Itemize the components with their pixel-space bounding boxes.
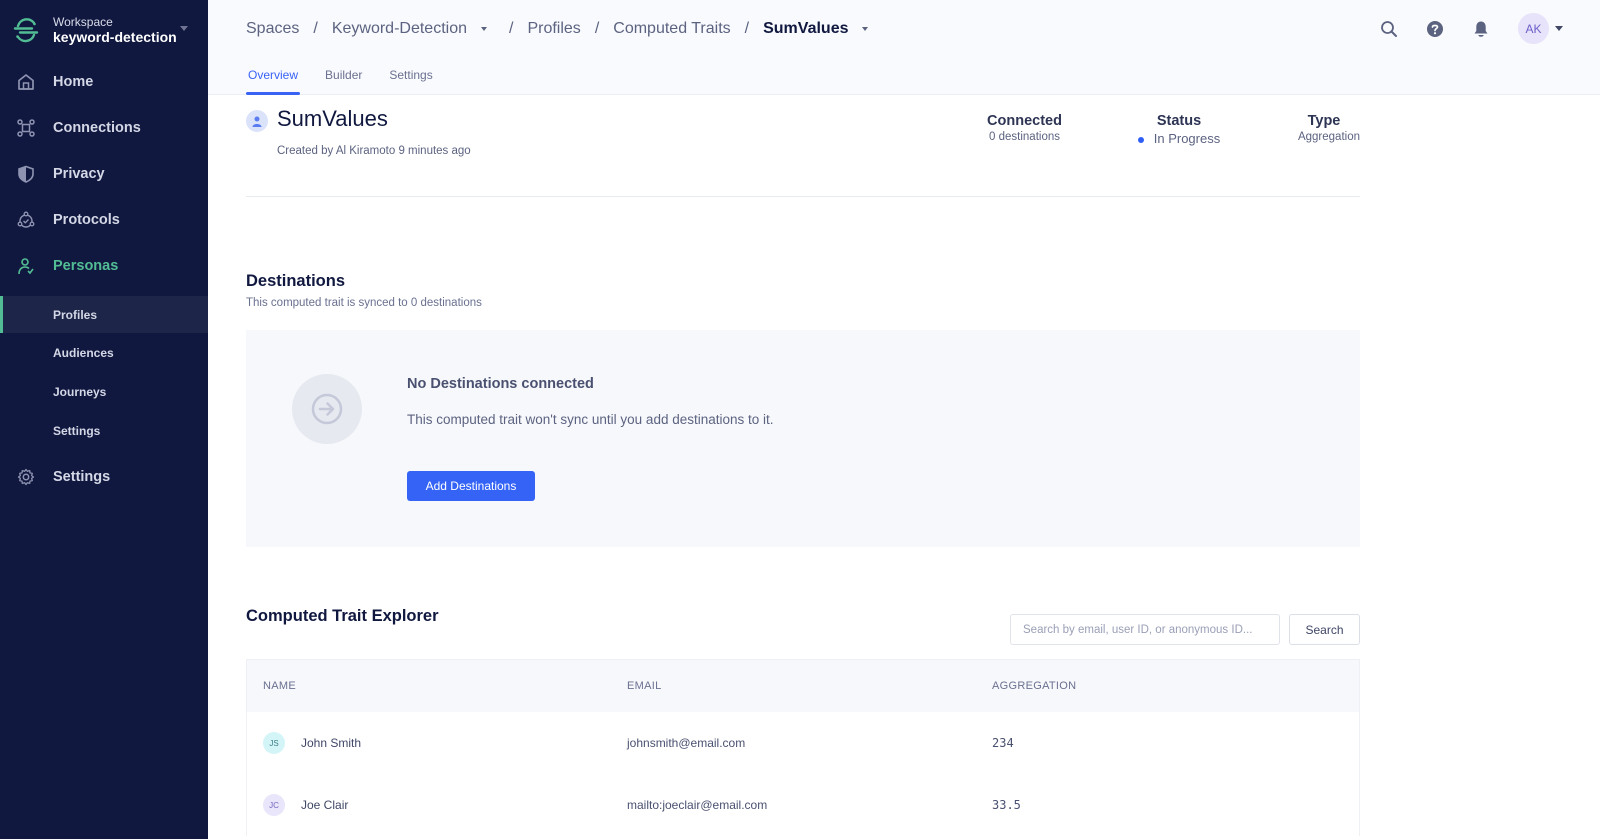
breadcrumb: Spaces / Keyword-Detection / Profiles / …: [246, 18, 876, 40]
breadcrumb-separator: /: [594, 20, 600, 37]
user-icon: [246, 110, 268, 132]
destinations-title: Destinations: [246, 272, 346, 290]
stat-status: Status In Progress: [1124, 113, 1234, 146]
stat-label: Status: [1156, 113, 1202, 129]
shield-icon: [16, 164, 36, 184]
main-content: SumValues Created by Al Kiramoto 9 minut…: [208, 96, 1600, 839]
tab-bar: Overview Builder Settings: [246, 66, 458, 95]
aggregation-cell: 33.5: [992, 798, 1021, 812]
user-avatar[interactable]: AK: [1518, 13, 1549, 44]
sidebar-item-label: Connections: [53, 120, 141, 136]
email-cell: johnsmith@email.com: [627, 736, 746, 750]
sidebar-subitem-label: Profiles: [53, 307, 98, 322]
email-cell: mailto:joeclair@email.com: [627, 798, 768, 812]
sidebar-item-label: Protocols: [53, 212, 120, 228]
top-header: Spaces / Keyword-Detection / Profiles / …: [208, 0, 1600, 95]
stat-type: Type Aggregation: [1288, 113, 1360, 143]
table-row[interactable]: JS John Smith johnsmith@email.com 234: [246, 712, 1360, 774]
status-dot-icon: [1137, 136, 1144, 143]
gear-icon: [16, 467, 36, 487]
chevron-down-icon[interactable]: [862, 27, 869, 31]
breadcrumb-spaces[interactable]: Spaces: [246, 20, 299, 38]
protocols-icon: [16, 210, 36, 230]
sidebar-subitem-journeys[interactable]: Journeys: [0, 373, 208, 410]
sidebar-subitem-settings[interactable]: Settings: [0, 412, 208, 449]
chevron-down-icon[interactable]: [481, 27, 487, 31]
search-icon[interactable]: [1378, 18, 1400, 40]
chevron-down-icon[interactable]: [1555, 26, 1563, 31]
empty-state-illustration: [292, 374, 362, 444]
page-title: SumValues: [277, 106, 388, 131]
explorer-search-button[interactable]: Search: [1289, 614, 1360, 645]
avatar: JS: [263, 732, 285, 754]
breadcrumb-current: SumValues: [763, 20, 849, 37]
sidebar-item-settings[interactable]: Settings: [0, 457, 208, 497]
sidebar: Workspace keyword-detection Home Connect…: [0, 0, 208, 839]
stat-value: Aggregation: [1297, 131, 1360, 143]
help-icon[interactable]: [1424, 18, 1446, 40]
sidebar-item-home[interactable]: Home: [0, 62, 208, 102]
explorer-title: Computed Trait Explorer: [246, 607, 439, 625]
workspace-label: Workspace: [53, 14, 113, 29]
name-cell: JC Joe Clair: [263, 794, 348, 816]
table-row[interactable]: JC Joe Clair mailto:joeclair@email.com 33…: [246, 774, 1360, 836]
sidebar-subitem-label: Journeys: [53, 384, 107, 399]
breadcrumb-space-name[interactable]: Keyword-Detection: [332, 20, 467, 38]
breadcrumb-separator: /: [744, 20, 750, 37]
sidebar-item-label: Personas: [53, 258, 119, 274]
segment-logo-icon: [13, 18, 39, 43]
personas-icon: [16, 256, 36, 276]
sidebar-subitem-label: Settings: [53, 423, 101, 438]
avatar: JC: [263, 794, 285, 816]
sidebar-item-connections[interactable]: Connections: [0, 108, 208, 148]
breadcrumb-profiles[interactable]: Profiles: [527, 20, 580, 38]
workspace-switcher[interactable]: Workspace keyword-detection: [12, 12, 202, 48]
empty-state-title: No Destinations connected: [407, 376, 594, 392]
sidebar-item-privacy[interactable]: Privacy: [0, 154, 208, 194]
breadcrumb-separator: /: [509, 20, 514, 37]
explorer-table: NAME EMAIL AGGREGATION JS John Smith john…: [246, 659, 1360, 836]
arrow-right-circle-icon: [311, 393, 343, 425]
divider: [246, 196, 1360, 197]
connections-icon: [16, 118, 36, 138]
sidebar-subitem-profiles[interactable]: Profiles: [0, 296, 208, 333]
breadcrumb-separator: /: [313, 20, 318, 37]
column-header-aggregation[interactable]: AGGREGATION: [992, 680, 1076, 692]
table-header: NAME EMAIL AGGREGATION: [246, 659, 1360, 712]
sidebar-subitem-audiences[interactable]: Audiences: [0, 334, 208, 371]
stat-connected: Connected 0 destinations: [972, 113, 1077, 143]
column-header-name[interactable]: NAME: [263, 680, 296, 692]
tab-builder[interactable]: Builder: [323, 66, 364, 95]
bell-icon[interactable]: [1470, 18, 1492, 40]
status-badge: In Progress: [1153, 131, 1221, 146]
sidebar-item-label: Settings: [53, 469, 111, 485]
stat-label: Type: [1307, 113, 1341, 129]
add-destinations-button[interactable]: Add Destinations: [407, 471, 535, 501]
breadcrumb-computed-traits[interactable]: Computed Traits: [613, 20, 730, 38]
explorer-search-input[interactable]: [1010, 614, 1280, 645]
user-name[interactable]: Joe Clair: [301, 798, 348, 812]
sidebar-item-label: Home: [53, 74, 94, 90]
sidebar-item-protocols[interactable]: Protocols: [0, 200, 208, 240]
workspace-name: keyword-detection: [53, 28, 177, 45]
stat-value: 0 destinations: [989, 131, 1060, 143]
name-cell: JS John Smith: [263, 732, 361, 754]
column-header-email[interactable]: EMAIL: [627, 680, 662, 692]
tab-settings[interactable]: Settings: [387, 66, 434, 95]
home-icon: [16, 72, 36, 92]
aggregation-cell: 234: [992, 736, 1014, 750]
destinations-subtitle: This computed trait is synced to 0 desti…: [246, 297, 482, 309]
empty-state-text: This computed trait won't sync until you…: [407, 412, 774, 427]
sidebar-item-personas[interactable]: Personas: [0, 246, 208, 286]
created-by-text: Created by Al Kiramoto 9 minutes ago: [277, 145, 471, 157]
chevron-down-icon: [180, 26, 188, 31]
tab-overview[interactable]: Overview: [246, 66, 301, 95]
sidebar-subitem-label: Audiences: [53, 345, 114, 360]
user-name[interactable]: John Smith: [301, 736, 361, 750]
status-value-wrap: In Progress: [1124, 131, 1234, 146]
stat-label: Connected: [987, 113, 1062, 129]
destinations-empty-state: No Destinations connected This computed …: [246, 330, 1360, 547]
sidebar-item-label: Privacy: [53, 166, 105, 182]
